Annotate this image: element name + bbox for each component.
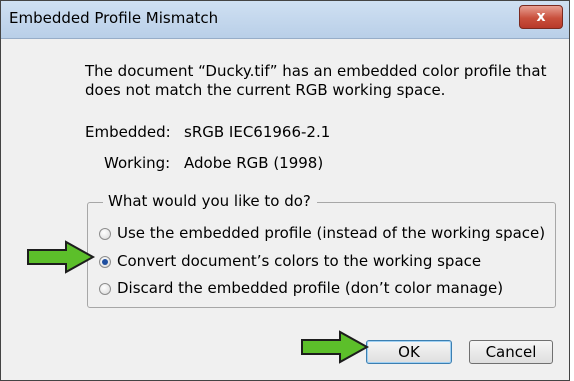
arrow-pointer-icon — [27, 240, 96, 274]
cancel-button-label: Cancel — [485, 343, 537, 361]
close-icon: x — [536, 9, 546, 25]
cancel-button[interactable]: Cancel — [469, 340, 553, 364]
dialog-window: Embedded Profile Mismatch x The document… — [0, 0, 570, 381]
message-line-1: The document “Ducky.tif” has an embedded… — [85, 62, 547, 80]
working-label: Working: — [104, 154, 171, 172]
message-line-2: does not match the current RGB working s… — [85, 81, 446, 99]
radio-use-embedded[interactable] — [99, 228, 111, 240]
option-label-convert-colors[interactable]: Convert document’s colors to the working… — [117, 252, 481, 270]
ok-button[interactable]: OK — [366, 340, 452, 364]
close-button[interactable]: x — [519, 5, 563, 29]
dialog-title: Embedded Profile Mismatch — [9, 9, 219, 27]
radio-convert-colors[interactable] — [99, 256, 111, 268]
option-label-discard-profile[interactable]: Discard the embedded profile (don’t colo… — [117, 279, 503, 297]
embedded-label: Embedded: — [85, 123, 171, 141]
title-bar[interactable]: Embedded Profile Mismatch x — [1, 1, 569, 39]
options-group-label: What would you like to do? — [103, 192, 317, 210]
option-label-use-embedded[interactable]: Use the embedded profile (instead of the… — [117, 224, 545, 242]
ok-button-label: OK — [398, 343, 420, 361]
radio-discard-profile[interactable] — [99, 283, 111, 295]
embedded-value: sRGB IEC61966-2.1 — [184, 123, 331, 141]
working-value: Adobe RGB (1998) — [184, 154, 324, 172]
arrow-pointer-icon — [301, 330, 370, 364]
